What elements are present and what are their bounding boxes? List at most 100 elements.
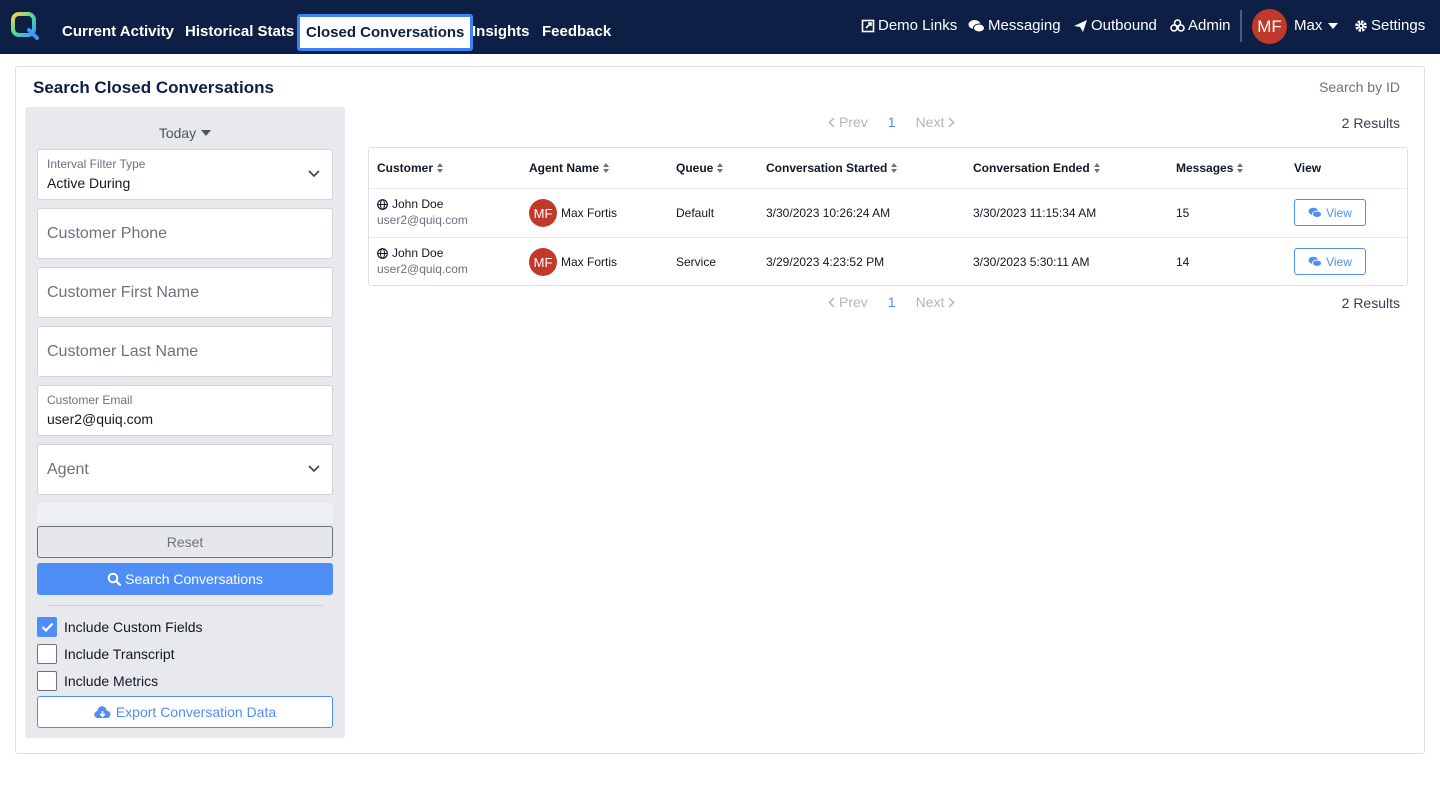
tab-insights[interactable]: Insights	[472, 23, 530, 40]
include-transcript-checkbox[interactable]: Include Transcript	[37, 644, 175, 664]
search-conversations-label: Search Conversations	[125, 571, 263, 587]
sort-icon	[1093, 163, 1101, 173]
sort-icon	[1237, 163, 1244, 173]
export-conversation-data-button[interactable]: Export Conversation Data	[37, 696, 333, 728]
user-name: Max	[1294, 17, 1323, 34]
include-custom-fields-label: Include Custom Fields	[64, 619, 203, 635]
tab-current-activity[interactable]: Current Activity	[62, 23, 174, 40]
gear-icon	[1355, 19, 1367, 32]
view-button-label: View	[1326, 254, 1352, 269]
nav-demo-links[interactable]: Demo Links	[861, 17, 957, 34]
tab-closed-conversations[interactable]: Closed Conversations	[297, 14, 474, 51]
conversation-started: 3/30/2023 10:26:24 AM	[766, 206, 891, 220]
tab-closed-conversations-label: Closed Conversations	[306, 24, 465, 41]
agent-avatar: MF	[529, 248, 557, 276]
conversations-table: Customer Agent Name Queue Conversation S…	[368, 147, 1408, 286]
customer-name-text: John Doe	[392, 197, 444, 211]
paper-plane-icon	[1074, 19, 1087, 32]
column-header-agent-name-label: Agent Name	[529, 161, 600, 175]
include-metrics-label: Include Metrics	[64, 673, 159, 689]
column-header-agent-name[interactable]: Agent Name	[529, 161, 610, 175]
nav-outbound-label: Outbound	[1091, 17, 1157, 34]
customer-phone-input[interactable]: Customer Phone	[37, 208, 333, 259]
include-metrics-checkbox[interactable]: Include Metrics	[37, 671, 158, 691]
column-header-customer[interactable]: Customer	[377, 161, 444, 175]
cloud-download-icon	[94, 705, 111, 718]
agent-name: Max Fortis	[561, 206, 618, 220]
sort-icon	[603, 163, 610, 173]
nav-admin-label: Admin	[1188, 17, 1231, 34]
column-header-view: View	[1294, 161, 1322, 175]
interval-filter-type-select[interactable]: Interval Filter Type Active During	[37, 149, 333, 200]
column-header-conversation-ended-label: Conversation Ended	[973, 161, 1090, 175]
results-count-top: 2 Results	[1341, 115, 1400, 131]
checkbox-checked[interactable]	[37, 617, 57, 637]
globe-icon	[377, 247, 388, 259]
view-conversation-button[interactable]: View	[1294, 248, 1366, 275]
nav-admin[interactable]: Admin	[1170, 17, 1231, 34]
customer-last-name-placeholder: Customer Last Name	[47, 343, 199, 360]
top-navbar: Current Activity Historical Stats Closed…	[0, 0, 1440, 54]
customer-first-name-input[interactable]: Customer First Name	[37, 267, 333, 318]
user-menu[interactable]: Max	[1294, 17, 1339, 34]
customer-name: John Doe	[377, 246, 443, 260]
customer-email: user2@quiq.com	[377, 262, 468, 276]
chevron-left-icon	[828, 116, 835, 128]
next-page-button[interactable]: Next	[916, 114, 945, 130]
external-link-icon	[861, 19, 875, 32]
page-number[interactable]: 1	[888, 114, 896, 130]
caret-down-icon	[201, 130, 212, 136]
messages-count: 14	[1176, 255, 1190, 269]
include-custom-fields-checkbox[interactable]: Include Custom Fields	[37, 617, 203, 637]
quiq-logo-icon[interactable]	[10, 11, 40, 41]
chevron-right-icon	[948, 296, 955, 308]
nav-demo-links-label: Demo Links	[878, 17, 958, 34]
prev-page-button[interactable]: Prev	[839, 114, 868, 130]
filter-panel: Today Interval Filter Type Active During…	[25, 107, 345, 738]
column-header-conversation-started[interactable]: Conversation Started	[766, 161, 898, 175]
column-header-messages-label: Messages	[1176, 161, 1234, 175]
nav-settings[interactable]: Settings	[1354, 17, 1425, 34]
customer-last-name-input[interactable]: Customer Last Name	[37, 326, 333, 377]
column-header-conversation-ended[interactable]: Conversation Ended	[973, 161, 1101, 175]
search-icon	[107, 572, 122, 586]
table-row: John Doe user2@quiq.com MF Max Fortis Se…	[369, 237, 1407, 286]
date-range-label: Today	[158, 125, 197, 141]
nav-messaging-label: Messaging	[988, 17, 1061, 34]
pagination-bottom: Prev 1 Next	[828, 294, 955, 310]
nav-messaging[interactable]: Messaging	[968, 17, 1061, 34]
column-header-messages[interactable]: Messages	[1176, 161, 1244, 175]
chat-bubbles-icon	[1308, 256, 1323, 267]
users-icon	[1170, 18, 1185, 32]
column-header-queue[interactable]: Queue	[676, 161, 724, 175]
customer-phone-placeholder: Customer Phone	[47, 225, 168, 242]
checkbox-unchecked[interactable]	[37, 644, 57, 664]
page-title: Search Closed Conversations	[33, 78, 274, 97]
page-number[interactable]: 1	[888, 294, 896, 310]
user-avatar[interactable]: MF	[1252, 9, 1287, 44]
search-conversations-button[interactable]: Search Conversations	[37, 563, 333, 595]
tab-historical-stats[interactable]: Historical Stats	[185, 23, 294, 40]
customer-email-label: Customer Email	[47, 393, 133, 407]
column-header-customer-label: Customer	[377, 161, 434, 175]
view-conversation-button[interactable]: View	[1294, 199, 1366, 226]
conversation-started: 3/29/2023 4:23:52 PM	[766, 255, 885, 269]
customer-email-input[interactable]: Customer Email user2@quiq.com	[37, 385, 333, 436]
checkbox-unchecked[interactable]	[37, 671, 57, 691]
export-conversation-data-label: Export Conversation Data	[115, 704, 277, 720]
tab-feedback[interactable]: Feedback	[542, 23, 611, 40]
prev-page-button[interactable]: Prev	[839, 294, 868, 310]
chevron-right-icon	[948, 116, 955, 128]
nav-outbound[interactable]: Outbound	[1073, 17, 1157, 34]
agent-placeholder: Agent	[47, 461, 89, 478]
table-row: John Doe user2@quiq.com MF Max Fortis De…	[369, 188, 1407, 237]
next-page-button[interactable]: Next	[916, 294, 945, 310]
search-by-id-link[interactable]: Search by ID	[1319, 79, 1400, 95]
agent-select[interactable]: Agent	[37, 444, 333, 495]
checkmark-icon	[41, 622, 53, 632]
date-range-dropdown[interactable]: Today	[25, 125, 345, 141]
caret-down-icon	[1328, 22, 1339, 29]
sort-icon	[717, 163, 724, 173]
reset-button[interactable]: Reset	[37, 526, 333, 558]
customer-name: John Doe	[377, 197, 443, 211]
